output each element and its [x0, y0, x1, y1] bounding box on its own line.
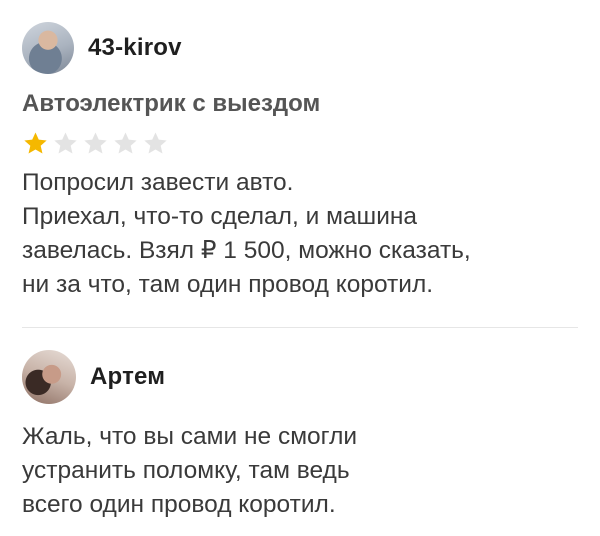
review-text: Попросил завести авто. Приехал, что-то с… — [22, 169, 471, 298]
reply-author[interactable]: Артем — [22, 350, 165, 404]
star-icon — [54, 132, 77, 154]
star-icon — [144, 132, 167, 154]
reply-username[interactable]: Артем — [90, 363, 165, 391]
review-author[interactable]: 43-kirov — [22, 22, 182, 74]
reply-text: Жаль, что вы сами не смогли устранить по… — [22, 423, 358, 518]
avatar[interactable] — [22, 350, 76, 404]
star-rating — [22, 130, 169, 157]
star-icon — [24, 132, 47, 154]
avatar[interactable] — [22, 22, 74, 74]
service-name: Автоэлектрик с выездом — [22, 90, 321, 117]
star-icon — [84, 132, 107, 154]
review-username[interactable]: 43-kirov — [88, 34, 182, 62]
star-icon — [114, 132, 137, 154]
divider — [22, 327, 578, 328]
